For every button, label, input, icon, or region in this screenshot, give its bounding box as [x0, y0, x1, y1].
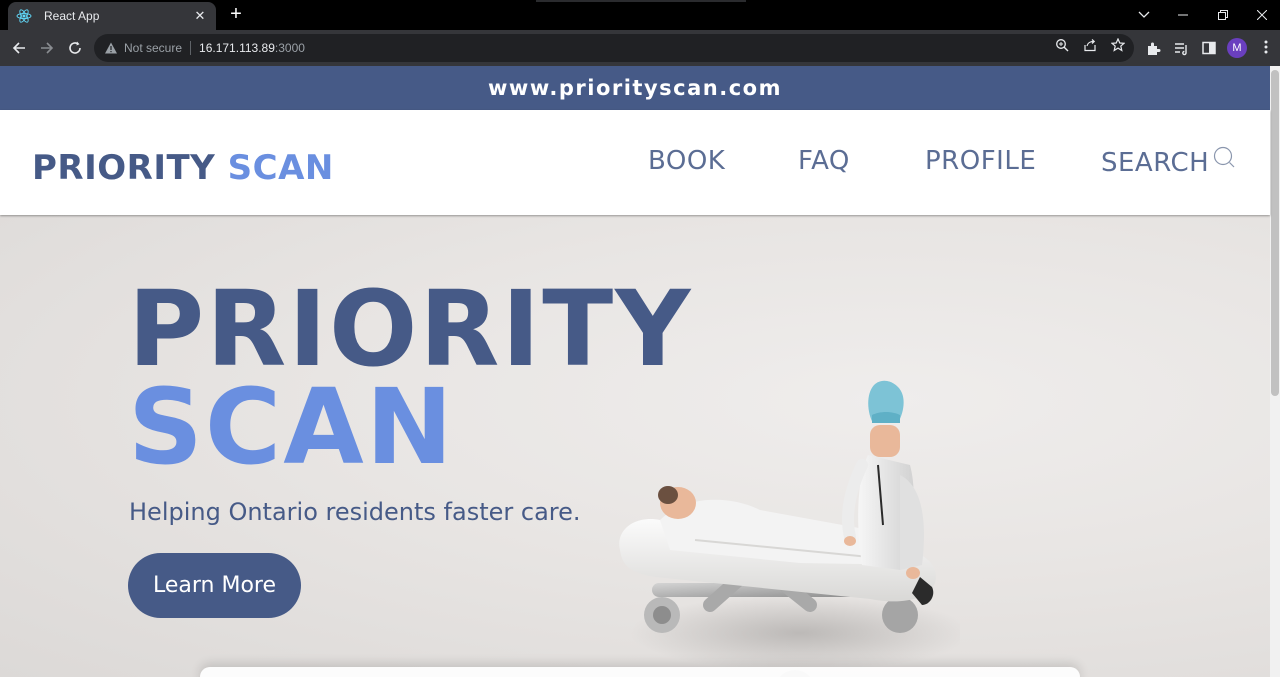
hero-section: PRIORITY SCAN Helping Ontario residents … — [0, 215, 1270, 677]
address-separator — [190, 41, 192, 55]
nav-faq-link[interactable]: FAQ — [798, 146, 850, 176]
security-label[interactable]: Not secure — [124, 41, 182, 55]
search-icon[interactable] — [1212, 146, 1238, 172]
back-icon[interactable] — [7, 36, 31, 60]
address-bar[interactable]: Not secure 16.171.113.89:3000 — [94, 34, 1134, 62]
browser-menu-icon[interactable] — [1258, 40, 1274, 56]
restore-icon[interactable] — [1205, 0, 1241, 30]
bookmark-star-icon[interactable] — [1110, 37, 1126, 53]
tab-title: React App — [44, 9, 100, 23]
url-port: :3000 — [274, 41, 305, 55]
site-banner: www.priorityscan.com — [0, 66, 1270, 110]
tab-strip-notch — [536, 0, 746, 2]
site-logo[interactable]: PRIORITY SCAN — [32, 148, 334, 188]
extensions-icon[interactable] — [1145, 40, 1161, 56]
window-close-icon[interactable] — [1244, 0, 1280, 30]
nav-search-link[interactable]: SEARCH — [1101, 148, 1209, 178]
nav-profile-link[interactable]: PROFILE — [925, 146, 1036, 176]
nav-book-link[interactable]: BOOK — [648, 146, 725, 176]
browser-tab-strip: React App ✕ + — [0, 0, 1280, 30]
hero-subtitle: Helping Ontario residents faster care. — [129, 498, 581, 526]
page-scrollbar[interactable] — [1270, 66, 1280, 677]
page-viewport: www.priorityscan.com PRIORITY SCAN BOOK … — [0, 66, 1280, 677]
zoom-icon[interactable] — [1054, 37, 1070, 53]
side-panel-icon[interactable] — [1201, 40, 1217, 56]
learn-more-button[interactable]: Learn More — [128, 553, 301, 618]
hero-title-scan: SCAN — [128, 366, 455, 488]
forward-icon[interactable] — [35, 36, 59, 60]
react-logo-icon — [16, 8, 32, 24]
scrollbar-thumb[interactable] — [1271, 70, 1279, 396]
new-tab-button[interactable]: + — [226, 4, 246, 24]
hero-figurine-image — [619, 380, 960, 677]
logo-part-scan: SCAN — [227, 148, 334, 188]
reload-icon[interactable] — [63, 36, 87, 60]
logo-part-priority: PRIORITY — [32, 148, 216, 188]
banner-url-text: www.priorityscan.com — [488, 76, 782, 100]
browser-tab[interactable]: React App ✕ — [8, 2, 216, 30]
browser-toolbar: Not secure 16.171.113.89:3000 M — [0, 30, 1280, 66]
profile-avatar[interactable]: M — [1227, 38, 1247, 58]
tab-close-icon[interactable]: ✕ — [192, 8, 208, 24]
warning-icon — [104, 41, 118, 55]
reading-list-icon[interactable] — [1173, 40, 1189, 56]
minimize-icon[interactable] — [1165, 0, 1201, 30]
share-icon[interactable] — [1082, 37, 1098, 53]
site-navbar: PRIORITY SCAN BOOK FAQ PROFILE SEARCH — [0, 110, 1270, 215]
tab-search-icon[interactable] — [1126, 0, 1162, 30]
content-card-edge — [200, 667, 1080, 677]
url-host: 16.171.113.89 — [199, 41, 275, 55]
